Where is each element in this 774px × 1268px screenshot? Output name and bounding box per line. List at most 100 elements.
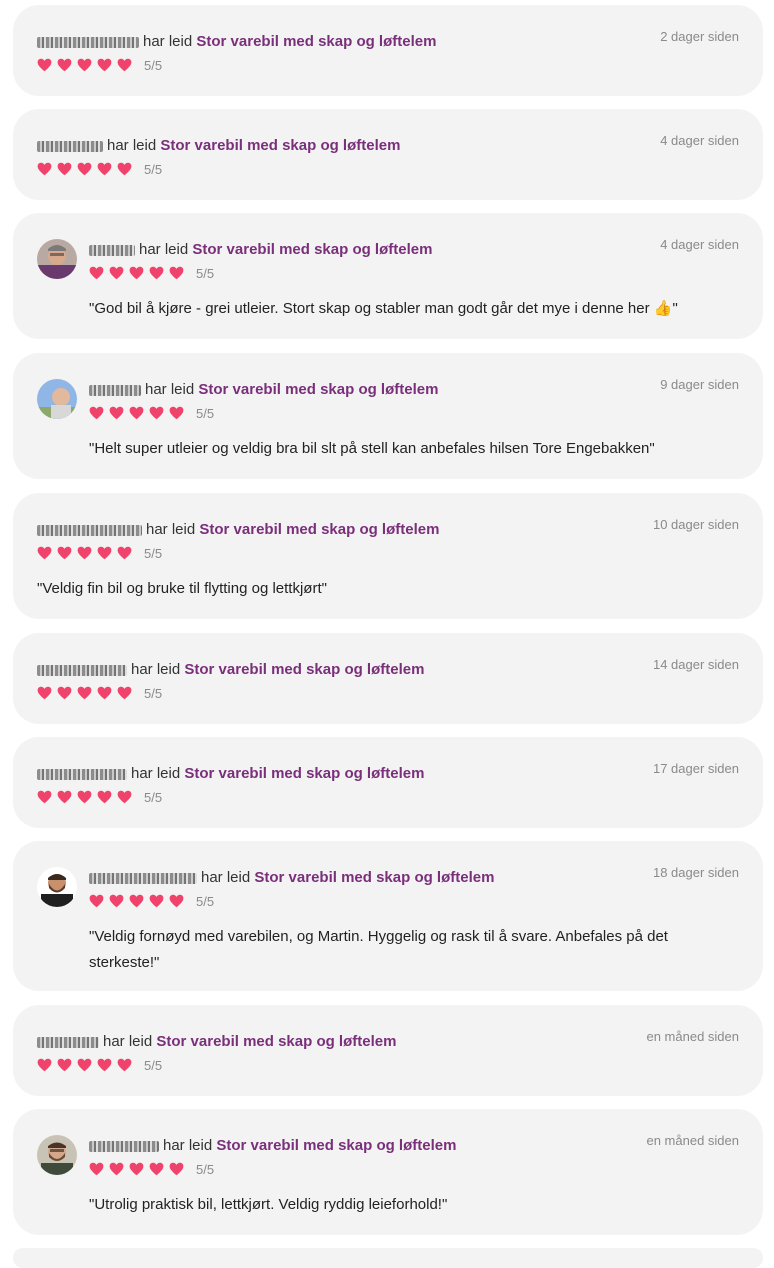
heart-icon [89,1162,104,1176]
reviewer-name-blurred [37,664,127,676]
review-comment: "Veldig fin bil og bruke til flytting og… [37,580,327,597]
rating-hearts: 5/5 [37,543,162,563]
vehicle-link[interactable]: Stor varebil med skap og løftelem [184,765,424,782]
review-comment: "Helt super utleier og veldig bra bil sl… [89,440,655,457]
rating-score: 5/5 [196,405,215,421]
heart-icon [129,266,144,280]
rating-score: 5/5 [144,57,163,73]
reviewer-name-blurred [89,1140,159,1152]
heart-icon [37,1058,52,1072]
vehicle-link[interactable]: Stor varebil med skap og løftelem [192,241,432,258]
heart-icon [109,266,124,280]
heart-icon [97,162,112,176]
heart-icon [117,686,132,700]
rating-hearts: 5/5 [37,787,162,807]
review-date: 4 dager siden [660,237,739,252]
reviewer-avatar [37,867,77,907]
heart-icon [169,894,184,908]
reviewer-name-blurred [89,244,135,256]
heart-icon [117,162,132,176]
review-verb: har leid [143,33,193,50]
heart-icon [97,686,112,700]
reviewer-name-blurred [89,872,197,884]
review-header: har leid Stor varebil med skap og løftel… [37,1031,396,1053]
rating-hearts: 5/5 [37,683,162,703]
heart-icon [149,894,164,908]
review-comment: "Utrolig praktisk bil, lettkjørt. Veldig… [89,1196,448,1213]
review-verb: har leid [146,521,196,538]
reviewer-name-blurred [37,36,139,48]
review-card: har leid Stor varebil med skap og løftel… [13,633,763,724]
review-date: 2 dager siden [660,29,739,44]
review-date: en måned siden [646,1029,739,1044]
review-card: har leid Stor varebil med skap og løftel… [13,109,763,200]
vehicle-link[interactable]: Stor varebil med skap og løftelem [216,1137,456,1154]
review-header: har leid Stor varebil med skap og løftel… [37,31,436,53]
heart-icon [169,266,184,280]
review-card: har leid Stor varebil med skap og løftel… [13,493,763,619]
review-card: har leid Stor varebil med skap og løftel… [13,841,763,991]
rating-score: 5/5 [196,893,215,909]
heart-icon [57,58,72,72]
rating-score: 5/5 [144,789,163,805]
review-date: 10 dager siden [652,517,739,532]
heart-icon [109,1162,124,1176]
heart-icon [109,894,124,908]
vehicle-link[interactable]: Stor varebil med skap og løftelem [199,521,439,538]
reviewer-avatar [37,1135,77,1175]
heart-icon [117,58,132,72]
review-date: 17 dager siden [652,761,739,776]
review-card: har leid Stor varebil med skap og løftel… [13,1005,763,1096]
rating-score: 5/5 [144,161,163,177]
heart-icon [89,406,104,420]
rating-hearts: 5/5 [37,55,162,75]
rating-hearts: 5/5 [89,263,214,283]
review-verb: har leid [163,1137,213,1154]
review-comment: "Veldig fornøyd med varebilen, og Martin… [89,928,668,971]
review-verb: har leid [103,1033,153,1050]
heart-icon [57,162,72,176]
vehicle-link[interactable]: Stor varebil med skap og løftelem [196,33,436,50]
rating-score: 5/5 [144,685,163,701]
heart-icon [149,1162,164,1176]
review-verb: har leid [131,661,181,678]
review-card-partial [13,1248,763,1268]
review-date: 4 dager siden [660,133,739,148]
review-card: har leid Stor varebil med skap og løftel… [13,213,763,339]
review-header: har leid Stor varebil med skap og løftel… [89,239,432,261]
vehicle-link[interactable]: Stor varebil med skap og løftelem [254,869,494,886]
vehicle-link[interactable]: Stor varebil med skap og løftelem [156,1033,396,1050]
rating-score: 5/5 [196,265,215,281]
review-card: har leid Stor varebil med skap og løftel… [13,353,763,479]
reviewer-name-blurred [37,1036,99,1048]
vehicle-link[interactable]: Stor varebil med skap og løftelem [160,137,400,154]
vehicle-link[interactable]: Stor varebil med skap og løftelem [184,661,424,678]
rating-hearts: 5/5 [89,403,214,423]
reviewer-name-blurred [37,524,142,536]
heart-icon [57,1058,72,1072]
review-date: 14 dager siden [652,657,739,672]
heart-icon [117,790,132,804]
heart-icon [97,546,112,560]
heart-icon [129,406,144,420]
heart-icon [57,546,72,560]
heart-icon [129,894,144,908]
heart-icon [37,686,52,700]
rating-score: 5/5 [144,1057,163,1073]
rating-score: 5/5 [144,545,163,561]
heart-icon [37,58,52,72]
review-verb: har leid [145,381,195,398]
review-header: har leid Stor varebil med skap og løftel… [37,519,439,541]
review-header: har leid Stor varebil med skap og løftel… [37,763,424,785]
vehicle-link[interactable]: Stor varebil med skap og løftelem [198,381,438,398]
heart-icon [129,1162,144,1176]
heart-icon [77,162,92,176]
review-card: har leid Stor varebil med skap og løftel… [13,5,763,96]
heart-icon [97,790,112,804]
heart-icon [97,1058,112,1072]
heart-icon [89,266,104,280]
review-card: har leid Stor varebil med skap og løftel… [13,737,763,828]
review-header: har leid Stor varebil med skap og løftel… [89,1135,456,1157]
heart-icon [77,58,92,72]
heart-icon [89,894,104,908]
